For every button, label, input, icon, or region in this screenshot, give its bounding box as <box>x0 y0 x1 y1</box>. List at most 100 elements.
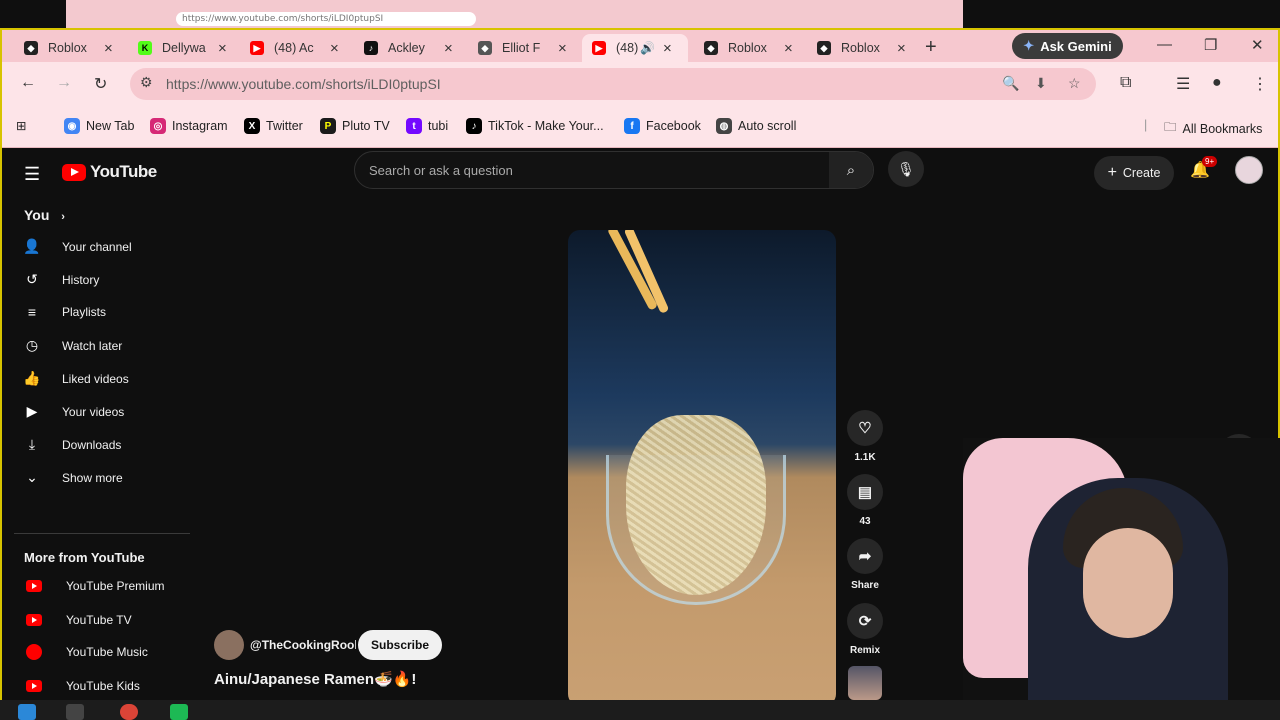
sidebar-item-label: Watch later <box>62 338 123 353</box>
video-icon: ▶ <box>26 403 38 419</box>
sidebar-item-downloads[interactable]: ⤓ Downloads <box>22 436 121 453</box>
minimize-icon[interactable]: — <box>1157 36 1172 53</box>
apps-grid-icon[interactable]: ⊞ <box>16 118 26 133</box>
bookmark-auto-scroll[interactable]: ◍ Auto scroll <box>716 118 796 134</box>
microphone-icon[interactable]: 🎙 <box>888 151 924 187</box>
address-url[interactable]: https://www.youtube.com/shorts/iLDI0ptup… <box>166 76 441 92</box>
chrome-taskbar-icon[interactable] <box>120 704 138 720</box>
tab-strip: ◆ Roblox × K Dellywa × ▶ (48) Ac × ♪ Ack… <box>2 30 1278 62</box>
sidebar-item-youtube-kids[interactable]: YouTube Kids <box>26 679 140 693</box>
new-tab-plus-icon[interactable]: + <box>925 36 937 59</box>
sidebar-you-header[interactable]: You › <box>24 207 65 223</box>
tab-title: (48) <box>616 41 638 55</box>
search-input[interactable]: Search or ask a question ⌕ <box>354 151 874 189</box>
sidebar-item-your-videos[interactable]: ▶ Your videos <box>22 403 125 420</box>
tab-title: Ackley <box>388 41 425 55</box>
sidebar-item-playlists[interactable]: ≡ Playlists <box>22 304 106 320</box>
ask-gemini-button[interactable]: ✦ Ask Gemini <box>1012 33 1123 59</box>
media-controls-icon[interactable]: ☰ <box>1176 74 1190 94</box>
tab-2[interactable]: K Dellywa × <box>138 34 227 62</box>
tab-6-active[interactable]: ▶ (48) 🔊 × <box>582 34 688 62</box>
chevron-right-icon: › <box>61 211 65 223</box>
site-info-icon[interactable]: ⚙ <box>140 74 153 91</box>
sound-thumbnail[interactable] <box>848 666 882 700</box>
bookmark-twitter[interactable]: X Twitter <box>244 118 303 134</box>
reload-icon[interactable]: ↻ <box>94 74 107 94</box>
facebook-icon: f <box>624 118 640 134</box>
bookmark-label: TikTok - Make Your... <box>488 119 604 133</box>
short-video-player[interactable] <box>568 230 836 706</box>
channel-name[interactable]: @TheCookingRooki <box>250 638 356 652</box>
clock-icon: ◷ <box>25 337 39 353</box>
back-icon[interactable]: ← <box>20 74 36 92</box>
tab-7[interactable]: ◆ Roblox × <box>704 34 793 62</box>
forward-icon[interactable]: → <box>56 74 72 92</box>
create-button[interactable]: + Create <box>1094 156 1174 190</box>
sidebar-item-liked-videos[interactable]: 👍 Liked videos <box>22 370 129 387</box>
address-bar[interactable]: ⚙ https://www.youtube.com/shorts/iLDI0pt… <box>130 68 1096 100</box>
zoom-icon[interactable]: 🔍 <box>1002 75 1019 92</box>
sidebar-item-history[interactable]: ↺ History <box>22 271 99 288</box>
remix-icon: ⟳ <box>847 603 883 639</box>
bookmark-instagram[interactable]: ◎ Instagram <box>150 118 228 134</box>
close-icon[interactable]: × <box>663 40 672 57</box>
close-icon[interactable]: × <box>444 40 453 57</box>
bookmark-facebook[interactable]: f Facebook <box>624 118 701 134</box>
share-button[interactable]: ➦ Share <box>847 538 883 591</box>
glass-bowl-image <box>606 455 786 605</box>
bookmark-label: New Tab <box>86 119 135 133</box>
bookmark-star-icon[interactable]: ☆ <box>1068 75 1081 92</box>
windows-start-icon[interactable] <box>18 704 36 720</box>
comments-button[interactable]: ▤ 43 <box>847 474 883 527</box>
roblox-icon: ◆ <box>704 41 718 55</box>
menu-kebab-icon[interactable]: ⋮ <box>1252 74 1268 94</box>
subscribe-button[interactable]: Subscribe <box>358 630 443 660</box>
bookmark-tubi[interactable]: t tubi <box>406 118 448 134</box>
sidebar-item-watch-later[interactable]: ◷ Watch later <box>22 337 122 354</box>
window-close-icon[interactable]: ✕ <box>1251 36 1264 54</box>
sidebar-item-show-more[interactable]: ⌄ Show more <box>22 469 123 486</box>
sidebar-item-youtube-premium[interactable]: YouTube Premium <box>26 579 165 593</box>
all-bookmarks-label: All Bookmarks <box>1182 121 1263 136</box>
download-icon: ⤓ <box>28 436 36 452</box>
tab-title: Roblox <box>728 41 767 55</box>
install-app-icon[interactable]: ⬇ <box>1035 75 1047 92</box>
tab-8[interactable]: ◆ Roblox × <box>817 34 906 62</box>
sidebar-item-label: Liked videos <box>62 371 129 386</box>
bookmark-label: tubi <box>428 119 449 133</box>
tab-4[interactable]: ♪ Ackley × <box>364 34 453 62</box>
account-avatar[interactable] <box>1235 156 1263 184</box>
tab-5[interactable]: ◆ Elliot F × <box>478 34 567 62</box>
bookmark-new-tab[interactable]: ◉ New Tab <box>64 118 134 134</box>
remix-button[interactable]: ⟳ Remix <box>847 603 883 656</box>
close-icon[interactable]: × <box>104 40 113 57</box>
instagram-icon: ◎ <box>150 118 166 134</box>
profile-icon[interactable]: ● <box>1212 74 1222 92</box>
close-icon[interactable]: × <box>330 40 339 57</box>
bookmark-label: Pluto TV <box>342 119 390 133</box>
like-button[interactable]: ♡ 1.1K <box>847 410 883 463</box>
plus-icon: + <box>1107 164 1117 181</box>
task-view-icon[interactable] <box>66 704 84 720</box>
tab-3[interactable]: ▶ (48) Ac × <box>250 34 339 62</box>
close-icon[interactable]: × <box>558 40 567 57</box>
speaker-icon[interactable]: 🔊 <box>640 41 655 55</box>
restore-icon[interactable]: ❐ <box>1204 36 1217 54</box>
short-title[interactable]: Ainu/Japanese Ramen🍜🔥! <box>214 670 416 688</box>
sidebar-item-youtube-music[interactable]: YouTube Music <box>26 644 148 660</box>
close-icon[interactable]: × <box>784 40 793 57</box>
extensions-icon[interactable]: ⧉ <box>1120 74 1131 92</box>
app-taskbar-icon[interactable] <box>170 704 188 720</box>
plutotv-icon: P <box>320 118 336 134</box>
close-icon[interactable]: × <box>897 40 906 57</box>
search-icon[interactable]: ⌕ <box>829 152 873 188</box>
bookmark-pluto-tv[interactable]: P Pluto TV <box>320 118 390 134</box>
sidebar-item-your-channel[interactable]: 👤 Your channel <box>22 238 131 255</box>
bookmark-tiktok[interactable]: ♪ TikTok - Make Your... <box>466 118 604 134</box>
channel-avatar[interactable] <box>214 630 244 660</box>
youtube-premium-icon <box>26 580 42 592</box>
sidebar-item-youtube-tv[interactable]: YouTube TV <box>26 613 132 627</box>
tab-1[interactable]: ◆ Roblox × <box>24 34 113 62</box>
close-icon[interactable]: × <box>218 40 227 57</box>
all-bookmarks-button[interactable]: 🗀 All Bookmarks <box>1164 118 1262 139</box>
